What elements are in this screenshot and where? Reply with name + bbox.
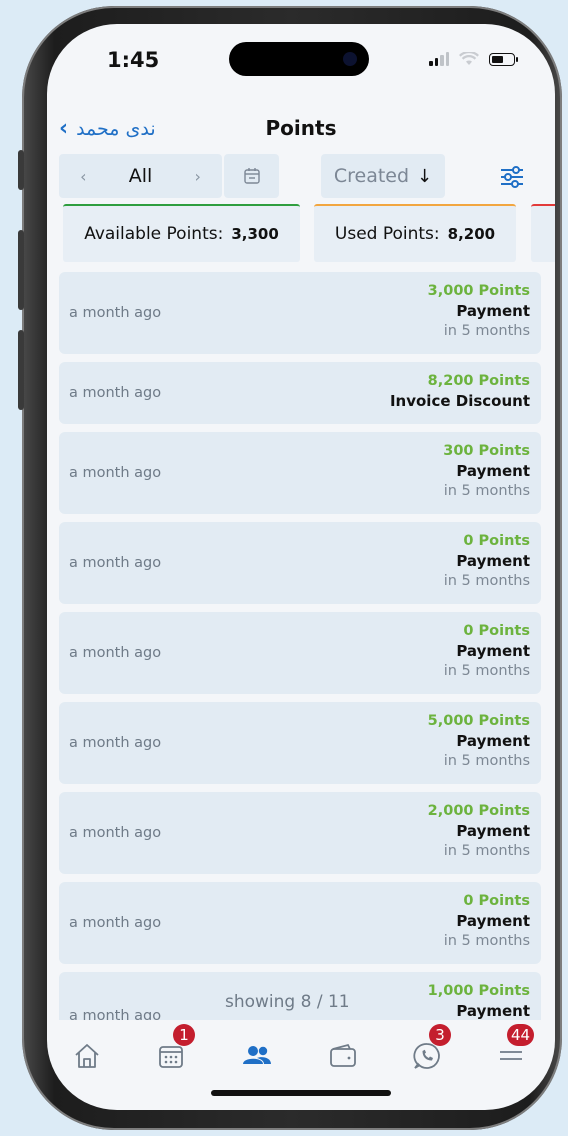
transaction-type: Payment bbox=[456, 732, 530, 750]
expired-points-card bbox=[531, 204, 555, 262]
sort-button[interactable]: Created ↓ bbox=[321, 154, 445, 198]
available-points-label: Available Points: bbox=[84, 224, 224, 244]
signal-icon bbox=[429, 52, 449, 66]
transaction-expiry: in 5 months bbox=[443, 573, 530, 589]
transaction-date: a month ago bbox=[69, 465, 162, 481]
tab-menu[interactable]: 44 bbox=[491, 1024, 535, 1076]
transaction-date: a month ago bbox=[69, 555, 162, 571]
transaction-row[interactable]: a month ago 0 Points Payment in 5 months bbox=[59, 882, 541, 964]
tab-wallet[interactable] bbox=[323, 1036, 363, 1076]
period-selector: ‹ All › bbox=[59, 154, 222, 198]
transaction-row[interactable]: a month ago 8,200 Points Invoice Discoun… bbox=[59, 362, 541, 424]
transaction-row[interactable]: a month ago 5,000 Points Payment in 5 mo… bbox=[59, 702, 541, 784]
calendar-icon bbox=[159, 1046, 183, 1068]
filter-bar: ‹ All › Created ↓ bbox=[59, 154, 539, 198]
transaction-date: a month ago bbox=[69, 915, 162, 931]
transaction-points: 0 Points bbox=[463, 893, 530, 909]
wallet-icon bbox=[330, 1043, 356, 1067]
transaction-date: a month ago bbox=[69, 385, 162, 401]
transaction-date: a month ago bbox=[69, 645, 162, 661]
transaction-row[interactable]: a month ago 0 Points Payment in 5 months bbox=[59, 522, 541, 604]
transaction-type: Payment bbox=[456, 302, 530, 320]
available-points-value: 3,300 bbox=[231, 225, 279, 243]
pagination-status: showing 8 / 11 bbox=[225, 992, 350, 1012]
transaction-expiry: in 5 months bbox=[443, 323, 530, 339]
app-screen: 1:45 Points ‹ ندى محمد ‹ All › Created ↓… bbox=[47, 24, 555, 1110]
used-points-value: 8,200 bbox=[447, 225, 496, 243]
transaction-expiry: in 5 months bbox=[443, 843, 530, 859]
calendar-badge: 1 bbox=[173, 1024, 195, 1046]
home-icon bbox=[75, 1044, 99, 1068]
tab-customers[interactable] bbox=[237, 1036, 277, 1076]
transaction-date: a month ago bbox=[69, 1008, 162, 1020]
transaction-date: a month ago bbox=[69, 735, 162, 751]
dynamic-island bbox=[229, 42, 369, 76]
tab-calendar[interactable]: 1 bbox=[151, 1024, 195, 1076]
calendar-icon bbox=[243, 168, 260, 184]
users-icon bbox=[243, 1046, 271, 1064]
transaction-expiry: in 5 months bbox=[443, 753, 530, 769]
chevron-right-icon[interactable]: › bbox=[194, 167, 200, 186]
transaction-row[interactable]: a month ago 2,000 Points Payment in 5 mo… bbox=[59, 792, 541, 874]
menu-badge: 44 bbox=[507, 1024, 535, 1046]
transaction-points: 3,000 Points bbox=[427, 283, 530, 299]
available-points-card: Available Points: 3,300 bbox=[63, 204, 300, 262]
transaction-row[interactable]: a month ago 3,000 Points Payment in 5 mo… bbox=[59, 272, 541, 354]
chevron-left-icon[interactable]: ‹ bbox=[80, 167, 86, 186]
transaction-type: Payment bbox=[456, 552, 530, 570]
transaction-points: 2,000 Points bbox=[427, 803, 530, 819]
transaction-date: a month ago bbox=[69, 305, 162, 321]
mute-switch bbox=[18, 150, 24, 190]
wifi-icon bbox=[459, 52, 479, 66]
sort-label: Created bbox=[333, 165, 410, 187]
transaction-expiry: in 5 months bbox=[443, 933, 530, 949]
tab-home[interactable] bbox=[67, 1036, 107, 1076]
transaction-points: 0 Points bbox=[463, 533, 530, 549]
back-label: ندى محمد bbox=[76, 117, 156, 140]
transaction-expiry: in 5 months bbox=[443, 663, 530, 679]
transaction-type: Invoice Discount bbox=[389, 392, 530, 410]
battery-icon bbox=[489, 52, 518, 66]
transaction-type: Payment bbox=[456, 462, 530, 480]
transaction-date: a month ago bbox=[69, 825, 162, 841]
transaction-expiry: in 5 months bbox=[443, 483, 530, 499]
used-points-label: Used Points: bbox=[334, 224, 440, 244]
transactions-list: a month ago 3,000 Points Payment in 5 mo… bbox=[59, 272, 541, 1020]
nav-header: Points ‹ ندى محمد bbox=[47, 116, 555, 156]
transaction-points: 1,000 Points bbox=[427, 983, 530, 999]
transaction-type: Payment bbox=[456, 1002, 530, 1020]
home-indicator[interactable] bbox=[211, 1090, 391, 1096]
menu-icon bbox=[500, 1051, 522, 1060]
chevron-left-icon: ‹ bbox=[59, 116, 69, 141]
transaction-type: Payment bbox=[456, 822, 530, 840]
date-picker-button[interactable] bbox=[224, 154, 279, 198]
transaction-type: Payment bbox=[456, 642, 530, 660]
transaction-points: 5,000 Points bbox=[427, 713, 530, 729]
transaction-row[interactable]: a month ago 300 Points Payment in 5 mont… bbox=[59, 432, 541, 514]
transaction-points: 300 Points bbox=[443, 443, 530, 459]
status-time: 1:45 bbox=[107, 48, 160, 72]
volume-down-button bbox=[18, 330, 24, 410]
filter-settings-icon[interactable] bbox=[499, 166, 525, 188]
tab-whatsapp[interactable]: 3 bbox=[407, 1024, 451, 1076]
points-summary: Available Points: 3,300 Used Points: 8,2… bbox=[63, 204, 555, 262]
period-label[interactable]: All bbox=[129, 165, 153, 187]
whatsapp-badge: 3 bbox=[429, 1024, 451, 1046]
transaction-points: 8,200 Points bbox=[427, 373, 530, 389]
volume-up-button bbox=[18, 230, 24, 310]
transaction-points: 0 Points bbox=[463, 623, 530, 639]
arrow-down-icon: ↓ bbox=[417, 165, 433, 187]
used-points-card: Used Points: 8,200 bbox=[314, 204, 516, 262]
transaction-row[interactable]: a month ago 0 Points Payment in 5 months bbox=[59, 612, 541, 694]
status-icons bbox=[429, 52, 518, 66]
tab-bar: 1 3 44 bbox=[47, 1024, 555, 1084]
back-button[interactable]: ‹ ندى محمد bbox=[59, 116, 156, 141]
transaction-type: Payment bbox=[456, 912, 530, 930]
